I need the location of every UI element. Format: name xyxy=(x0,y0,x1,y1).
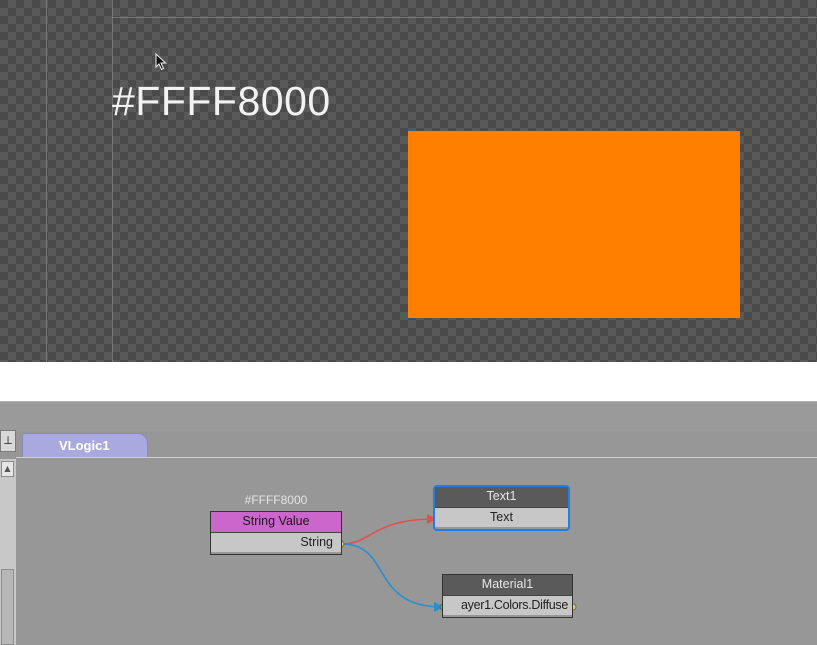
text1-node[interactable]: Text1 Text xyxy=(433,485,570,531)
guide-line-horizontal xyxy=(112,17,817,18)
preview-color-rectangle[interactable] xyxy=(408,131,740,318)
panel-gap xyxy=(0,362,817,401)
node-value-caption: #FFFF8000 xyxy=(244,493,308,507)
node-input-port[interactable]: Text xyxy=(435,507,568,527)
mouse-pointer-icon xyxy=(155,53,167,71)
arrow-up-icon[interactable]: ▲ xyxy=(1,461,14,477)
node-title: Material1 xyxy=(443,575,572,595)
node-title: Text1 xyxy=(435,487,568,507)
pin-icon[interactable]: ⊥ xyxy=(0,430,16,452)
scrollbar-thumb[interactable] xyxy=(1,569,14,645)
node-title: String Value xyxy=(211,512,341,532)
guide-line-vertical xyxy=(46,0,47,362)
logic-editor-panel: ⊥ VLogic1 ▲ #FFFF8000 String Value Strin… xyxy=(0,401,817,645)
panel-header-strip xyxy=(0,401,817,431)
node-output-port[interactable]: String xyxy=(211,532,341,552)
preview-canvas: #FFFF8000 xyxy=(0,0,817,362)
vertical-scrollbar[interactable]: ▲ xyxy=(0,459,17,645)
material1-node[interactable]: Material1 ayer1.Colors.Diffuse xyxy=(442,574,573,618)
tab-vlogic1[interactable]: VLogic1 xyxy=(22,433,148,458)
preview-text-object[interactable]: #FFFF8000 xyxy=(112,78,331,125)
string-value-node[interactable]: String Value String xyxy=(210,511,342,555)
guide-line-vertical xyxy=(112,0,113,362)
node-graph-canvas[interactable] xyxy=(16,458,817,645)
node-input-port[interactable]: ayer1.Colors.Diffuse xyxy=(443,595,572,615)
